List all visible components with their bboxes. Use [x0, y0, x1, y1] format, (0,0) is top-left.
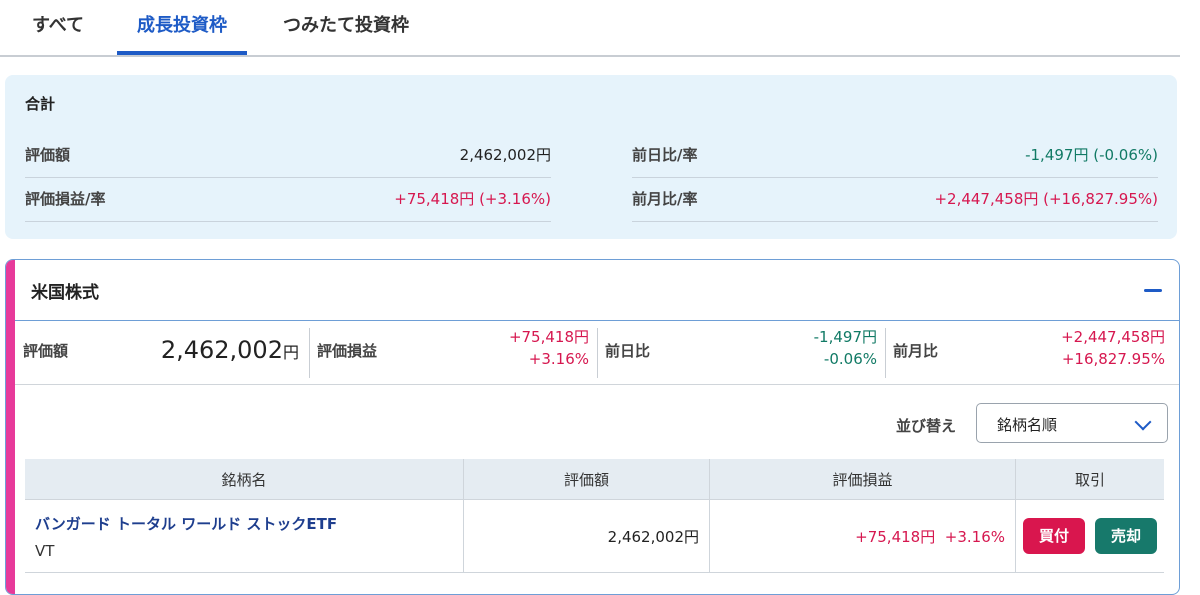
col-header-pl: 評価損益	[709, 459, 1016, 500]
metric-day-rate: -0.06%	[823, 350, 877, 368]
asset-section-card: 米国株式 評価額 2,462,002円 評価損益 +75,418円 +3.16% …	[5, 259, 1180, 595]
summary-day-row: 前日比/率 -1,497円 (-0.06%)	[632, 133, 1158, 178]
sort-selected-value: 銘柄名順	[997, 416, 1058, 434]
security-code: VT	[35, 541, 55, 560]
metric-pl-rate: +3.16%	[528, 350, 589, 368]
summary-panel: 合計 評価額 2,462,002円 評価損益/率 +75,418円 (+3.16…	[5, 75, 1177, 239]
metric-month-value: +2,447,458円 +16,827.95%	[1061, 326, 1165, 370]
col-header-valuation: 評価額	[463, 459, 710, 500]
metric-month-rate: +16,827.95%	[1061, 350, 1165, 368]
metric-valuation-label: 評価額	[23, 342, 69, 360]
table-row: バンガード トータル ワールド ストックETF VT 2,462,002円 +7…	[25, 499, 1164, 573]
col-header-name: 銘柄名	[25, 459, 464, 500]
cell-valuation: 2,462,002円	[463, 499, 710, 573]
sort-label: 並び替え	[896, 417, 957, 435]
summary-pl-label: 評価損益/率	[25, 190, 106, 208]
metric-pl-value: +75,418円 +3.16%	[509, 326, 589, 370]
summary-pl-value: +75,418円 (+3.16%)	[394, 190, 551, 208]
buy-button[interactable]: 買付	[1023, 518, 1085, 554]
tab-all[interactable]: すべて	[14, 0, 102, 53]
metric-valuation: 評価額 2,462,002円	[15, 322, 309, 384]
cell-trade: 買付 売却	[1015, 499, 1164, 573]
tab-growth-investment[interactable]: 成長投資枠	[117, 0, 247, 55]
summary-title: 合計	[25, 95, 56, 113]
summary-day-label: 前日比/率	[632, 146, 698, 164]
cell-pl-rate: +3.16%	[944, 527, 1005, 546]
cell-pl-amount: +75,418円	[855, 527, 936, 546]
metric-day-value: -1,497円 -0.06%	[814, 326, 877, 370]
section-accent-bar	[6, 260, 15, 594]
sell-button[interactable]: 売却	[1095, 518, 1157, 554]
col-header-trade: 取引	[1015, 459, 1164, 500]
metric-month: 前月比 +2,447,458円 +16,827.95%	[885, 322, 1173, 384]
metric-day-label: 前日比	[605, 342, 651, 360]
metric-pl: 評価損益 +75,418円 +3.16%	[309, 322, 597, 384]
chevron-down-icon	[1134, 413, 1152, 431]
tab-tsumitate-investment[interactable]: つみたて投資枠	[262, 0, 430, 53]
summary-valuation-value: 2,462,002円	[459, 146, 551, 164]
metric-valuation-number: 2,462,002	[160, 336, 283, 364]
holdings-table: 銘柄名 評価額 評価損益 取引 バンガード トータル ワールド ストックETF …	[25, 459, 1164, 573]
metric-pl-label: 評価損益	[317, 342, 378, 360]
metric-divider	[885, 328, 886, 378]
sort-select[interactable]: 銘柄名順	[976, 403, 1168, 443]
minus-icon[interactable]	[1141, 278, 1165, 302]
summary-valuation-label: 評価額	[25, 146, 71, 164]
metric-month-label: 前月比	[893, 342, 939, 360]
summary-pl-row: 評価損益/率 +75,418円 (+3.16%)	[25, 177, 551, 222]
metric-day-amount: -1,497円	[813, 328, 877, 346]
summary-month-value: +2,447,458円 (+16,827.95%)	[934, 190, 1158, 208]
metric-valuation-unit: 円	[282, 343, 299, 362]
metric-pl-amount: +75,418円	[508, 328, 589, 346]
cell-security: バンガード トータル ワールド ストックETF VT	[25, 499, 464, 573]
summary-day-value: -1,497円 (-0.06%)	[1025, 146, 1158, 164]
summary-month-label: 前月比/率	[632, 190, 698, 208]
section-title: 米国株式	[31, 283, 99, 303]
metric-valuation-value: 2,462,002円	[161, 336, 299, 364]
metric-month-amount: +2,447,458円	[1061, 328, 1165, 346]
cell-pl: +75,418円 +3.16%	[709, 499, 1016, 573]
table-header-row: 銘柄名 評価額 評価損益 取引	[25, 459, 1164, 500]
section-header[interactable]: 米国株式	[15, 260, 1179, 321]
metric-day: 前日比 -1,497円 -0.06%	[597, 322, 885, 384]
security-name-link[interactable]: バンガード トータル ワールド ストックETF	[35, 513, 462, 534]
summary-month-row: 前月比/率 +2,447,458円 (+16,827.95%)	[632, 177, 1158, 222]
summary-valuation-row: 評価額 2,462,002円	[25, 133, 551, 178]
metric-divider	[597, 328, 598, 378]
metric-divider	[309, 328, 310, 378]
tab-bar: すべて 成長投資枠 つみたて投資枠	[0, 0, 1180, 57]
